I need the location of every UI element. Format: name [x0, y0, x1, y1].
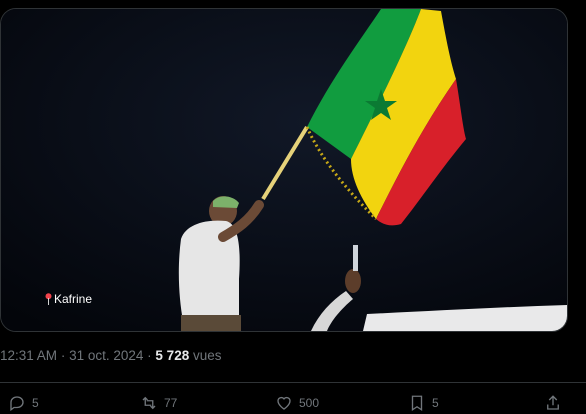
- repost-button[interactable]: 77: [140, 394, 177, 412]
- tweet-actions-bar: 5 77 500 5: [0, 394, 586, 414]
- views-label: vues: [192, 348, 222, 363]
- location-pin-icon: [45, 293, 52, 305]
- share-button[interactable]: [544, 394, 562, 412]
- reply-button[interactable]: 5: [8, 394, 39, 412]
- repost-icon: [142, 396, 156, 410]
- video-frame-image: [1, 9, 567, 331]
- bookmark-count: 5: [432, 396, 439, 410]
- tweet-timestamp-row: 12:31 AM · 31 oct. 2024 · 5 728 vues: [0, 348, 222, 363]
- reply-icon: [10, 396, 24, 412]
- like-button[interactable]: 500: [275, 394, 319, 412]
- location-tag: Kafrine: [45, 292, 92, 306]
- heart-icon: [277, 396, 291, 410]
- tweet-video[interactable]: Kafrine: [0, 8, 568, 332]
- bookmark-button[interactable]: 5: [408, 394, 439, 412]
- divider: [0, 382, 586, 383]
- views-count: 5 728: [155, 348, 190, 363]
- share-icon: [547, 395, 559, 410]
- meta-separator: ·: [60, 348, 66, 363]
- tweet-time[interactable]: 12:31 AM: [0, 348, 57, 363]
- reply-count: 5: [32, 396, 39, 410]
- tweet-date[interactable]: 31 oct. 2024: [69, 348, 143, 363]
- repost-count: 77: [164, 396, 178, 410]
- location-label: Kafrine: [54, 292, 93, 306]
- bookmark-icon: [411, 395, 423, 412]
- meta-separator: ·: [147, 348, 152, 363]
- like-count: 500: [299, 396, 320, 410]
